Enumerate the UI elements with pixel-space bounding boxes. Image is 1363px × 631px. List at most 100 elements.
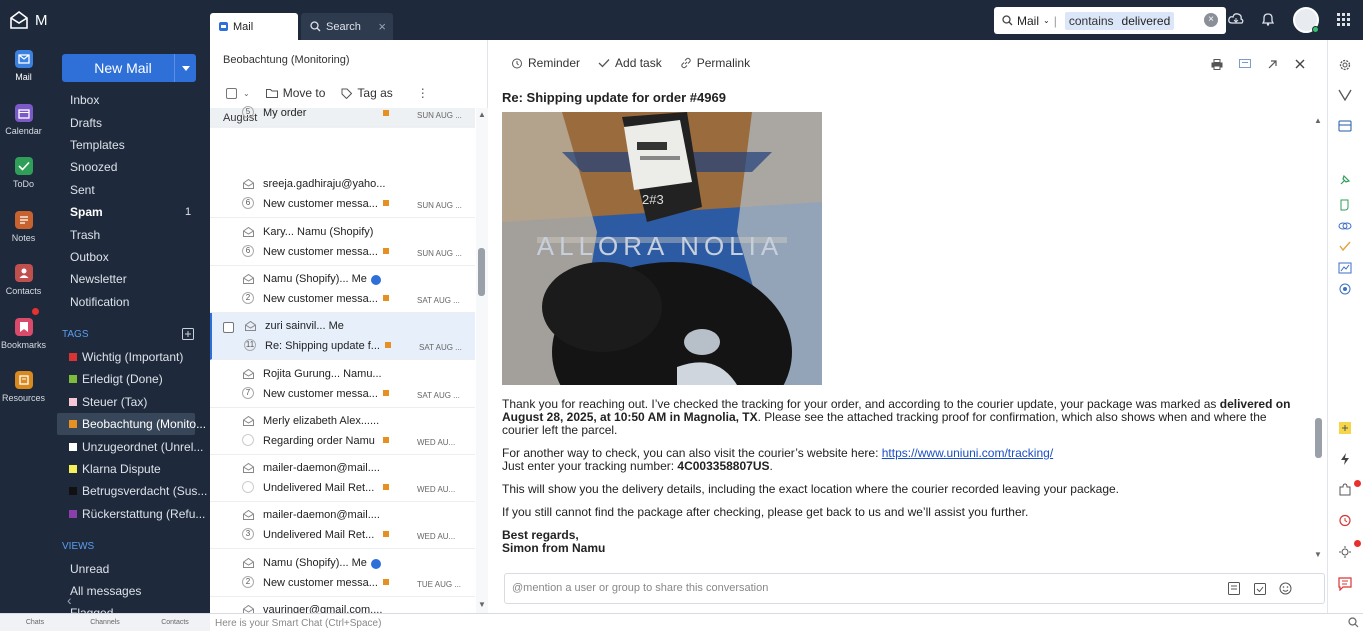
folder-outbox[interactable]: Outbox — [70, 250, 109, 264]
add-tag-icon[interactable] — [182, 328, 194, 340]
contacts-shortcut[interactable]: Contacts — [140, 614, 210, 631]
reader-scrollbar-thumb[interactable] — [1315, 418, 1322, 458]
more-options-icon[interactable]: ⋮ — [417, 86, 429, 100]
message-row[interactable]: Kary... Namu (Shopify) 6 New customer mess… — [210, 219, 475, 266]
tag-unrelated[interactable]: Unzugeordnet (Unrel... — [69, 440, 203, 454]
tag-refund[interactable]: Rückerstattung (Refu... — [69, 507, 205, 521]
tag-tax[interactable]: Steuer (Tax) — [69, 395, 147, 409]
message-row[interactable]: zuri sainvil... Me 11 Re: Shipping update … — [210, 313, 475, 361]
message-row[interactable]: Namu (Shopify)... Me 2 New customer messa.… — [210, 550, 475, 597]
view-all-messages[interactable]: All messages — [70, 584, 141, 598]
print-icon[interactable] — [1211, 59, 1223, 70]
view-unread[interactable]: Unread — [70, 562, 109, 576]
vector-icon[interactable] — [1338, 89, 1352, 101]
rail-todo[interactable]: ToDo — [0, 157, 47, 189]
analytics-icon[interactable] — [1338, 262, 1352, 274]
add-note-icon[interactable] — [1338, 421, 1352, 435]
search-icon[interactable] — [1348, 617, 1359, 628]
tab-search[interactable]: Search × — [301, 13, 393, 40]
rail-contacts[interactable]: Contacts — [0, 264, 47, 296]
template-icon[interactable] — [1228, 582, 1240, 595]
delivery-proof-photo[interactable]: 2#3 ALLORA NOLIA — [502, 112, 822, 385]
conversation-view-icon[interactable] — [1239, 59, 1251, 70]
permalink-button[interactable]: Permalink — [680, 56, 750, 70]
puzzle-icon[interactable] — [1338, 483, 1352, 497]
open-new-window-icon[interactable] — [1267, 59, 1278, 70]
collapse-panel-icon[interactable]: ‹ — [67, 592, 72, 608]
rail-resources[interactable]: Resources — [0, 371, 47, 403]
message-row[interactable]: Merly elizabeth Alex...... Regarding orde… — [210, 408, 475, 455]
tracking-link[interactable]: https://www.uniuni.com/tracking/ — [882, 446, 1053, 460]
message-row[interactable]: mailer-daemon@mail.... Undelivered Mail R… — [210, 455, 475, 503]
list-scrollbar[interactable] — [476, 108, 488, 613]
rail-notes[interactable]: Notes — [0, 211, 47, 243]
folder-notification[interactable]: Notification — [70, 295, 129, 309]
scroll-up-arrow-icon[interactable]: ▲ — [1314, 116, 1322, 125]
new-mail-button[interactable]: New Mail — [62, 54, 196, 82]
cloud-sync-icon[interactable] — [1228, 11, 1244, 27]
add-task-button[interactable]: Add task — [598, 56, 662, 70]
chevron-down-icon[interactable] — [174, 54, 196, 82]
pencil-check-icon[interactable] — [1338, 240, 1352, 252]
theme-toggle-icon[interactable] — [1338, 545, 1352, 559]
scroll-down-arrow-icon[interactable]: ▼ — [1314, 550, 1322, 559]
tag-klarna[interactable]: Klarna Dispute — [69, 462, 161, 476]
close-icon[interactable] — [1295, 59, 1305, 69]
tag-important[interactable]: Wichtig (Important) — [69, 350, 183, 364]
lightning-icon[interactable] — [1338, 452, 1352, 466]
folder-spam[interactable]: Spam — [70, 205, 103, 219]
reminder-button[interactable]: Reminder — [511, 56, 580, 70]
scroll-down-arrow-icon[interactable]: ▼ — [478, 600, 486, 609]
folder-newsletter[interactable]: Newsletter — [70, 272, 127, 286]
folder-sent[interactable]: Sent — [70, 183, 95, 197]
chevron-down-icon[interactable]: ⌄ — [243, 89, 250, 98]
link-icon[interactable] — [1338, 220, 1352, 232]
folder-drafts[interactable]: Drafts — [70, 116, 102, 130]
clipboard-check-icon[interactable] — [1254, 582, 1266, 595]
scroll-up-arrow-icon[interactable]: ▲ — [478, 110, 486, 119]
select-all-checkbox[interactable] — [226, 87, 237, 99]
folder-snoozed[interactable]: Snoozed — [70, 160, 117, 174]
message-row[interactable]: mailer-daemon@mail.... 3 Undelivered Mail … — [210, 502, 475, 550]
tag-as-button[interactable]: Tag as — [357, 86, 392, 100]
smart-chat-input[interactable]: Here is your Smart Chat (Ctrl+Space) — [215, 618, 381, 629]
clear-search-icon[interactable]: × — [1204, 13, 1218, 27]
feedback-icon[interactable] — [1338, 577, 1352, 591]
tag-monitoring[interactable]: Beobachtung (Monito... — [69, 417, 206, 431]
script-icon[interactable] — [1338, 198, 1352, 212]
rail-bookmarks[interactable]: Bookmarks — [0, 318, 47, 350]
search-scope[interactable]: Mail — [1017, 14, 1039, 28]
mailbox-icon[interactable] — [1338, 120, 1352, 132]
chevron-down-icon[interactable]: ⌄ — [1043, 16, 1050, 25]
message-row[interactable]: Namu (Shopify)... Me 2 New customer messa.… — [210, 266, 475, 313]
close-tab-icon[interactable]: × — [378, 19, 386, 34]
list-scrollbar-thumb[interactable] — [478, 248, 485, 296]
mention-input[interactable]: @mention a user or group to share this c… — [504, 573, 1325, 604]
app-grid-icon[interactable] — [1337, 13, 1351, 27]
folder-trash[interactable]: Trash — [70, 228, 100, 242]
channels-shortcut[interactable]: Channels — [70, 614, 140, 631]
integration-icon[interactable] — [1338, 283, 1352, 295]
rail-mail[interactable]: Mail — [0, 50, 47, 82]
alarm-clock-icon[interactable] — [1338, 513, 1352, 527]
tag-suspected-fraud[interactable]: Betrugsverdacht (Sus... — [69, 484, 207, 498]
chats-shortcut[interactable]: Chats — [0, 614, 70, 631]
view-flagged[interactable]: Flagged — [70, 606, 113, 613]
pin-icon[interactable] — [1338, 173, 1352, 187]
tag-done[interactable]: Erledigt (Done) — [69, 372, 163, 386]
search-condition-chip[interactable]: contains delivered — [1064, 11, 1175, 30]
message-row[interactable]: Rojita Gurung... Namu... 7 New customer me… — [210, 361, 475, 408]
tab-mail[interactable]: Mail — [210, 13, 298, 40]
message-row[interactable]: 5 My order SUN AUG ... — [210, 102, 475, 127]
row-checkbox[interactable] — [223, 322, 234, 334]
message-row[interactable]: sreeja.gadhiraju@yaho... 6 New customer me… — [210, 171, 475, 219]
rail-calendar[interactable]: Calendar — [0, 104, 47, 136]
folder-templates[interactable]: Templates — [70, 138, 125, 152]
bell-icon[interactable] — [1260, 11, 1276, 27]
folder-inbox[interactable]: Inbox — [70, 93, 99, 107]
search-box[interactable]: Mail ⌄ | contains delivered × — [994, 7, 1226, 34]
mail-icon — [14, 50, 33, 68]
emoji-icon[interactable] — [1279, 582, 1292, 595]
move-to-button[interactable]: Move to — [283, 86, 326, 100]
settings-gear-icon[interactable] — [1338, 58, 1352, 72]
